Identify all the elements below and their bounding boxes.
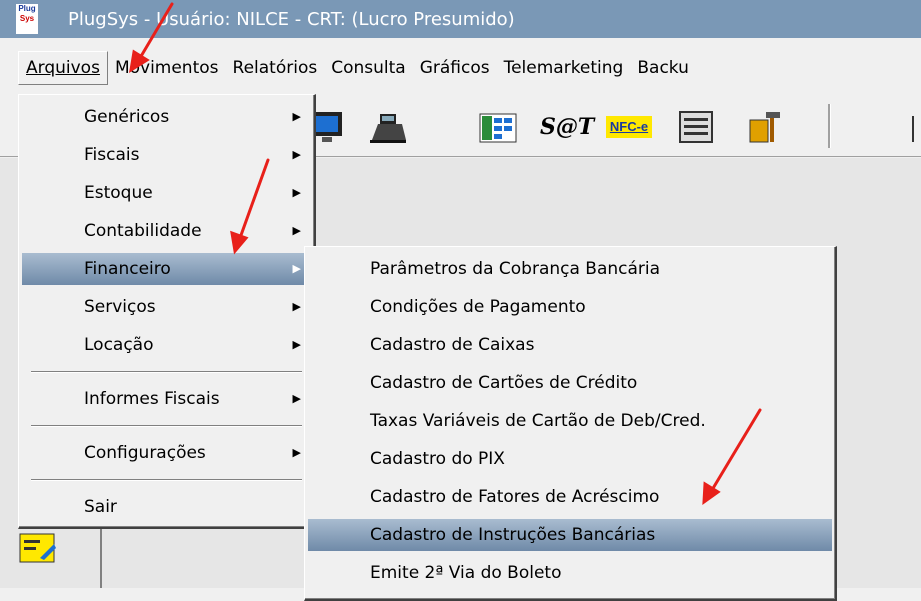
menu-graficos[interactable]: Gráficos bbox=[413, 52, 497, 84]
menu-relatorios-label: Relatórios bbox=[232, 58, 318, 78]
menu-item-servicos[interactable]: Serviços ▶ bbox=[22, 291, 311, 323]
menu-item-label: Informes Fiscais bbox=[84, 389, 220, 409]
window-title: PlugSys - Usuário: NILCE - CRT: (Lucro P… bbox=[68, 8, 515, 30]
menu-backup-label: Backu bbox=[637, 58, 689, 78]
menu-item-financeiro[interactable]: Financeiro ▶ bbox=[22, 253, 311, 285]
document-edit-icon[interactable] bbox=[18, 530, 58, 566]
submenu-item-label: Cadastro de Fatores de Acréscimo bbox=[370, 487, 660, 507]
sat-icon[interactable]: S@T bbox=[540, 110, 594, 144]
submenu-item-taxas-variaveis[interactable]: Taxas Variáveis de Cartão de Deb/Cred. bbox=[308, 405, 832, 437]
submenu-item-cadastro-pix[interactable]: Cadastro do PIX bbox=[308, 443, 832, 475]
submenu-item-cadastro-caixas[interactable]: Cadastro de Caixas bbox=[308, 329, 832, 361]
menu-bar: Arquivos Movimentos Relatórios Consulta … bbox=[0, 48, 921, 88]
menu-item-label: Configurações bbox=[84, 443, 206, 463]
menu-item-locacao[interactable]: Locação ▶ bbox=[22, 329, 311, 361]
plugsys-logo-icon: Plug Sys bbox=[16, 4, 38, 34]
menu-item-label: Genéricos bbox=[84, 107, 170, 127]
app-icon-bottom-text: Sys bbox=[19, 14, 35, 23]
submenu-item-label: Taxas Variáveis de Cartão de Deb/Cred. bbox=[370, 411, 706, 431]
submenu-arrow-icon: ▶ bbox=[292, 392, 301, 405]
menu-separator bbox=[31, 371, 302, 373]
submenu-arrow-icon: ▶ bbox=[292, 300, 301, 313]
title-bar: Plug Sys PlugSys - Usuário: NILCE - CRT:… bbox=[0, 0, 921, 38]
menu-graficos-label: Gráficos bbox=[419, 58, 490, 78]
spreadsheet-icon[interactable] bbox=[478, 110, 518, 144]
menu-movimentos[interactable]: Movimentos bbox=[108, 52, 226, 84]
submenu-item-label: Condições de Pagamento bbox=[370, 297, 586, 317]
app-icon-top-text: Plug bbox=[18, 4, 36, 13]
menu-arquivos-label: Arquivos bbox=[26, 58, 100, 78]
submenu-item-label: Cadastro do PIX bbox=[370, 449, 505, 469]
menu-relatorios[interactable]: Relatórios bbox=[226, 52, 325, 84]
menu-item-label: Serviços bbox=[84, 297, 156, 317]
menu-backup[interactable]: Backu bbox=[630, 52, 696, 84]
tools-icon[interactable] bbox=[746, 110, 786, 144]
menu-item-configuracoes[interactable]: Configurações ▶ bbox=[22, 437, 311, 469]
submenu-item-fatores-acrescimo[interactable]: Cadastro de Fatores de Acréscimo bbox=[308, 481, 832, 513]
submenu-arrow-icon: ▶ bbox=[292, 224, 301, 237]
submenu-item-label: Parâmetros da Cobrança Bancária bbox=[370, 259, 661, 279]
menu-item-label: Contabilidade bbox=[84, 221, 202, 241]
submenu-item-label: Cadastro de Instruções Bancárias bbox=[370, 525, 656, 545]
submenu-item-segunda-via-boleto[interactable]: Emite 2ª Via do Boleto bbox=[308, 557, 832, 589]
menu-movimentos-label: Movimentos bbox=[114, 58, 219, 78]
submenu-arrow-icon: ▶ bbox=[292, 110, 301, 123]
submenu-item-condicoes-pagamento[interactable]: Condições de Pagamento bbox=[308, 291, 832, 323]
menu-item-contabilidade[interactable]: Contabilidade ▶ bbox=[22, 215, 311, 247]
form-icon[interactable] bbox=[676, 110, 716, 144]
submenu-arrow-icon: ▶ bbox=[292, 186, 301, 199]
submenu-arrow-icon: ▶ bbox=[292, 262, 301, 275]
toolbar-overflow-edge bbox=[912, 116, 920, 142]
submenu-item-label: Cadastro de Cartões de Crédito bbox=[370, 373, 638, 393]
cash-register-icon[interactable] bbox=[368, 110, 408, 144]
toolbar-separator bbox=[828, 104, 831, 148]
submenu-item-label: Emite 2ª Via do Boleto bbox=[370, 563, 562, 583]
submenu-item-cadastro-cartoes[interactable]: Cadastro de Cartões de Crédito bbox=[308, 367, 832, 399]
menu-consulta[interactable]: Consulta bbox=[324, 52, 412, 84]
menu-item-label: Locação bbox=[84, 335, 154, 355]
menu-item-label: Estoque bbox=[84, 183, 153, 203]
submenu-arrow-icon: ▶ bbox=[292, 446, 301, 459]
submenu-item-label: Cadastro de Caixas bbox=[370, 335, 535, 355]
menu-telemarketing[interactable]: Telemarketing bbox=[497, 52, 631, 84]
arquivos-menu: Genéricos ▶ Fiscais ▶ Estoque ▶ Contabilida… bbox=[18, 94, 316, 529]
menu-separator bbox=[31, 425, 302, 427]
financeiro-submenu: Parâmetros da Cobrança Bancária Condiçõe… bbox=[304, 246, 837, 601]
menu-item-label: Financeiro bbox=[84, 259, 171, 279]
menu-item-label: Sair bbox=[84, 497, 117, 517]
menu-arquivos[interactable]: Arquivos bbox=[18, 51, 108, 85]
submenu-arrow-icon: ▶ bbox=[292, 338, 301, 351]
submenu-item-parametros-cobranca[interactable]: Parâmetros da Cobrança Bancária bbox=[308, 253, 832, 285]
menu-item-fiscais[interactable]: Fiscais ▶ bbox=[22, 139, 311, 171]
menu-telemarketing-label: Telemarketing bbox=[503, 58, 624, 78]
menu-item-informes-fiscais[interactable]: Informes Fiscais ▶ bbox=[22, 383, 311, 415]
menu-item-genericos[interactable]: Genéricos ▶ bbox=[22, 101, 311, 133]
menu-consulta-label: Consulta bbox=[331, 58, 406, 78]
menu-item-label: Fiscais bbox=[84, 145, 140, 165]
menu-separator bbox=[31, 479, 302, 481]
submenu-item-instrucoes-bancarias[interactable]: Cadastro de Instruções Bancárias bbox=[308, 519, 832, 551]
menu-item-estoque[interactable]: Estoque ▶ bbox=[22, 177, 311, 209]
nfce-icon[interactable]: NFC-e bbox=[606, 116, 652, 138]
submenu-arrow-icon: ▶ bbox=[292, 148, 301, 161]
menu-item-sair[interactable]: Sair bbox=[22, 491, 311, 523]
